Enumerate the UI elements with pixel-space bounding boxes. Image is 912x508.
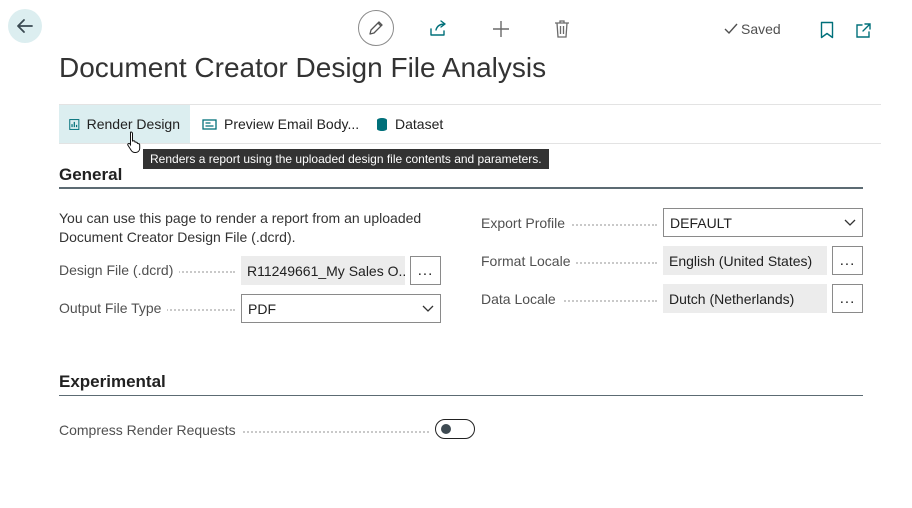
edit-button[interactable] [358,10,394,46]
saved-label: Saved [741,21,781,37]
page-title: Document Creator Design File Analysis [59,52,547,83]
action-bar: Render Design Preview Email Body... Data… [59,104,881,144]
render-design-tooltip: Renders a report using the uploaded desi… [143,149,549,169]
export-profile-label: Export Profile [481,215,572,231]
new-button[interactable] [488,16,514,42]
share-icon [430,20,446,36]
chevron-down-icon [844,219,856,226]
delete-button[interactable] [549,16,575,42]
export-profile-value: DEFAULT [670,214,732,231]
back-button[interactable] [8,9,42,43]
open-in-new-icon [855,22,871,38]
report-icon [69,118,80,130]
render-design-action[interactable]: Render Design [59,105,190,143]
format-locale-field[interactable]: English (United States) [663,246,827,275]
more-label: ... [417,262,434,279]
format-locale-lookup-button[interactable]: ... [832,246,863,275]
bookmark-icon [820,21,834,39]
preview-email-body-action[interactable]: Preview Email Body... [192,105,369,143]
chevron-down-icon [422,305,434,312]
bookmark-button[interactable] [816,17,838,43]
open-in-new-window-button[interactable] [851,17,875,43]
dataset-action[interactable]: Dataset [366,105,453,143]
compress-render-requests-toggle[interactable] [435,419,475,439]
format-locale-value: English (United States) [669,252,813,269]
output-file-type-select[interactable]: PDF [241,294,441,323]
more-label: ... [839,290,856,307]
format-locale-label: Format Locale [481,253,577,269]
database-icon [377,117,387,131]
data-locale-label: Data Locale [481,291,562,307]
saved-status: Saved [724,21,781,37]
email-preview-icon [202,118,217,130]
arrow-left-icon [17,19,33,33]
compress-render-requests-label: Compress Render Requests [59,422,242,438]
output-file-type-label: Output File Type [59,300,168,316]
design-file-lookup-button[interactable]: ... [410,256,441,285]
dataset-label: Dataset [395,116,444,132]
plus-icon [493,21,509,37]
data-locale-lookup-button[interactable]: ... [832,284,863,313]
more-label: ... [839,252,856,269]
experimental-divider [59,395,863,396]
trash-icon [555,20,569,38]
design-file-value: R11249661_My Sales O... [247,262,405,279]
preview-email-body-label: Preview Email Body... [224,116,360,132]
data-locale-field[interactable]: Dutch (Netherlands) [663,284,827,313]
share-button[interactable] [425,16,451,42]
general-section-title: General [59,165,123,184]
general-intro-text: You can use this page to render a report… [59,210,422,245]
general-divider [59,187,863,189]
design-file-field[interactable]: R11249661_My Sales O... [241,256,405,285]
mouse-pointer-icon [127,131,141,153]
checkmark-icon [724,23,738,35]
data-locale-value: Dutch (Netherlands) [669,290,795,307]
output-file-type-value: PDF [248,300,276,317]
export-profile-select[interactable]: DEFAULT [663,208,863,237]
pencil-icon [369,21,383,35]
toggle-knob [441,424,451,434]
design-file-label: Design File (.dcrd) [59,262,180,278]
experimental-section-title: Experimental [59,372,166,391]
